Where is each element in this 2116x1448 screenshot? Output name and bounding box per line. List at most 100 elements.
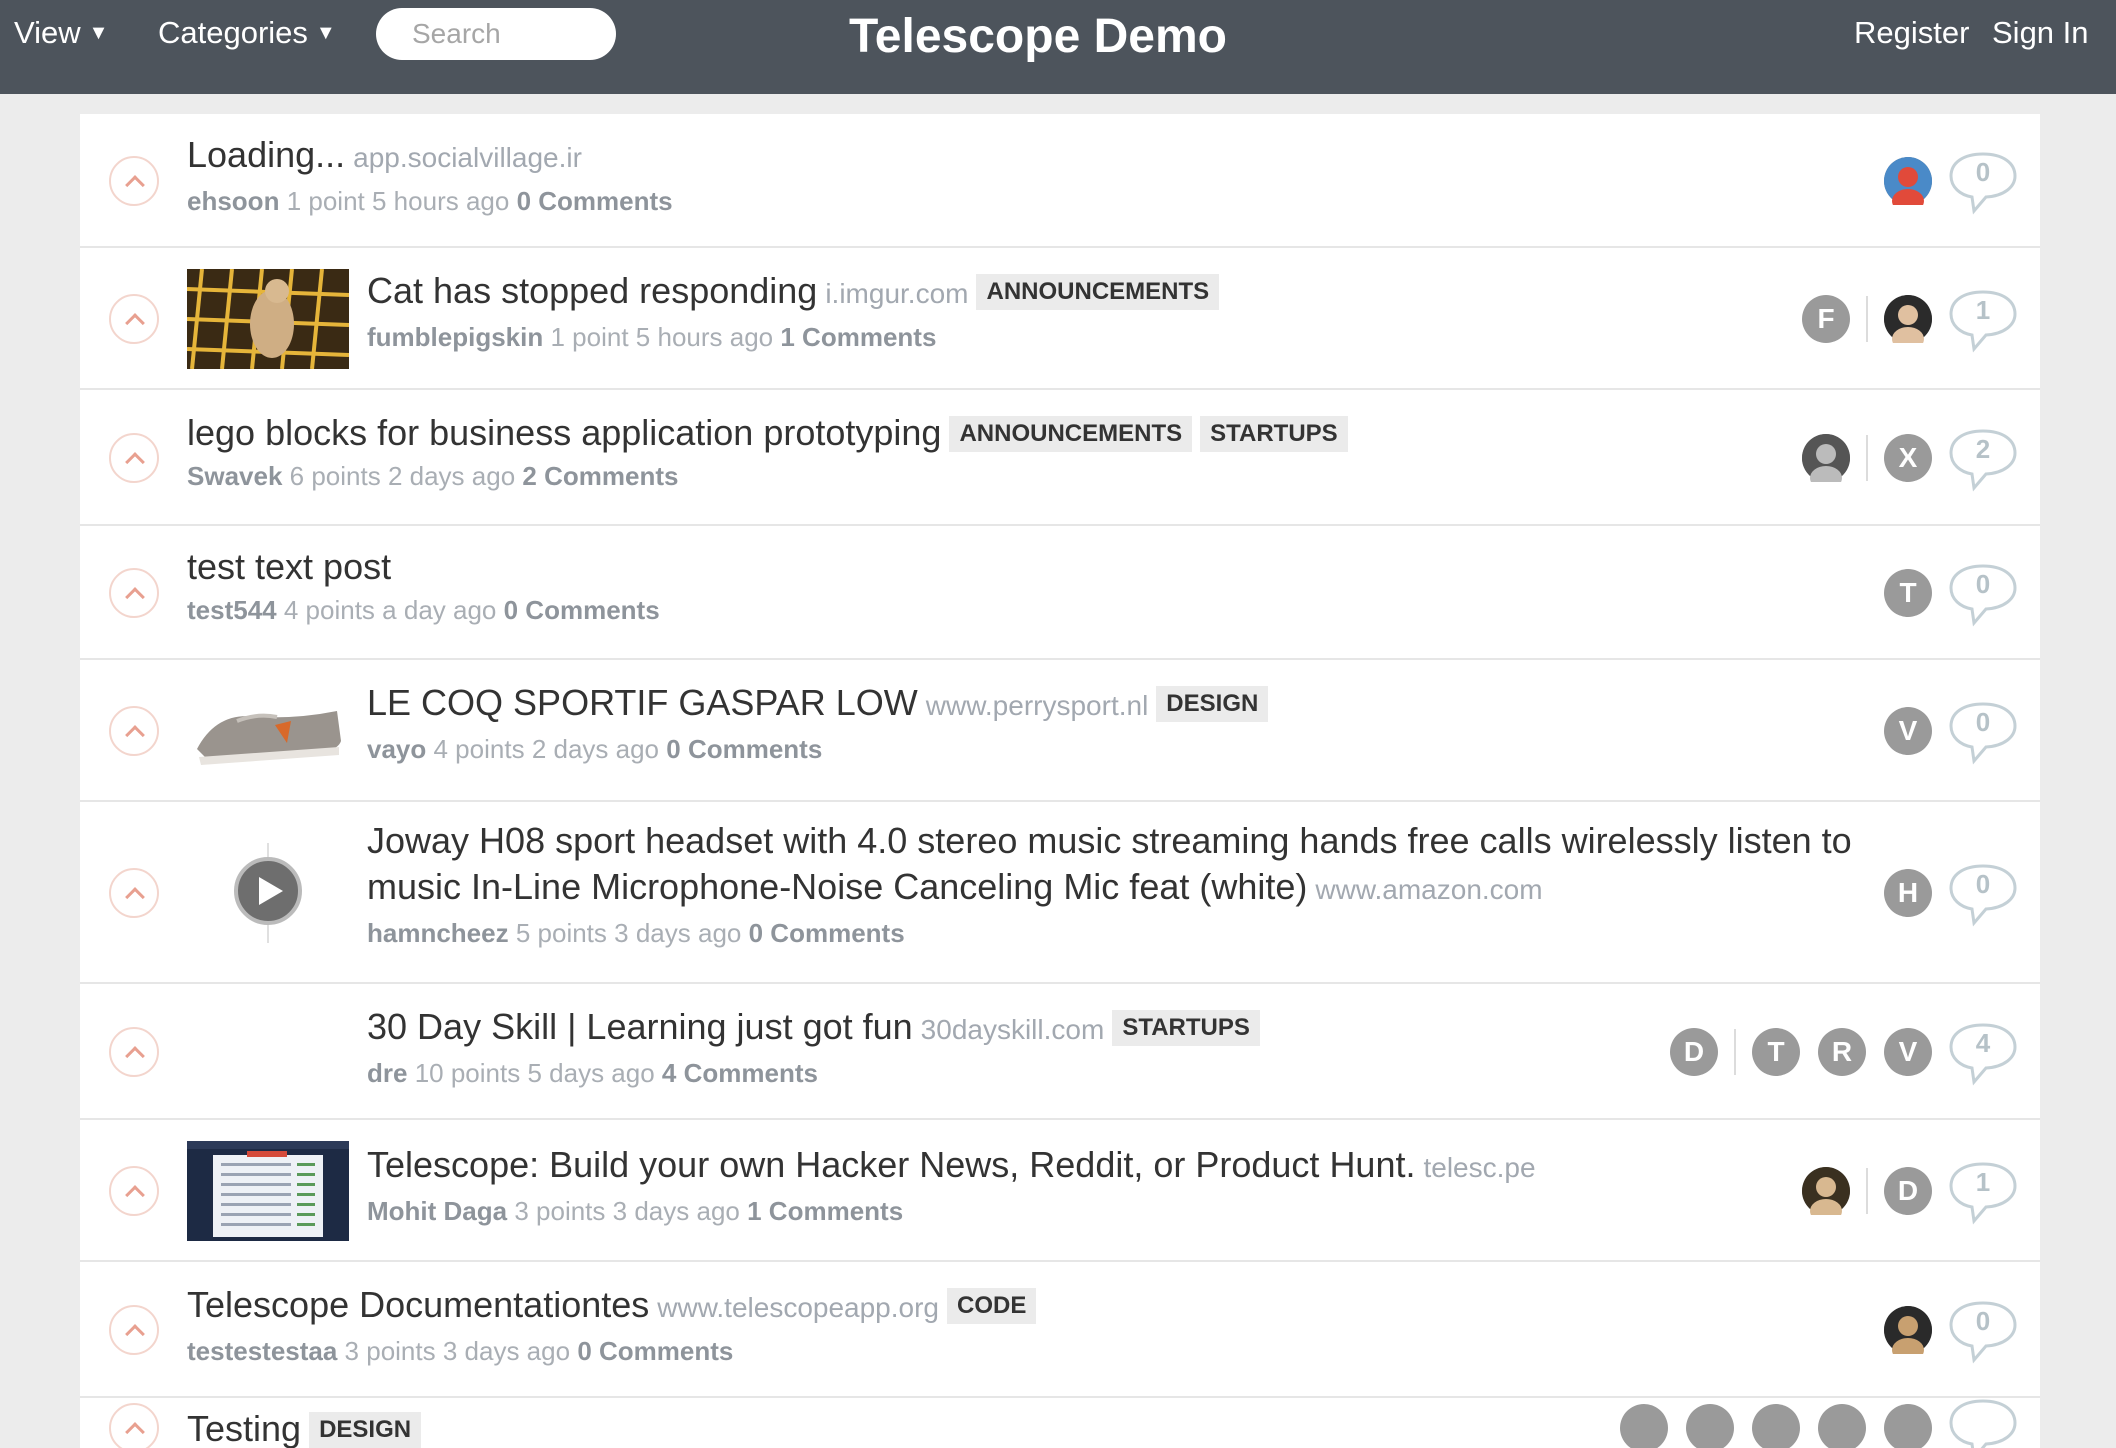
post-time: 5 hours ago (372, 186, 510, 216)
comment-count-button[interactable]: 0 (1948, 1300, 2018, 1364)
avatar[interactable]: V (1884, 1028, 1932, 1076)
avatar[interactable]: V (1884, 707, 1932, 755)
post-body: test text post test544 4 points a day ago… (187, 544, 660, 628)
post-author[interactable]: vayo (367, 734, 426, 764)
post-comments-link[interactable]: 1 Comments (747, 1196, 903, 1226)
post-title-link[interactable]: LE COQ SPORTIF GASPAR LOW (367, 682, 918, 723)
post-domain[interactable]: www.perrysport.nl (926, 690, 1149, 721)
post-commenters: DTRV (1652, 1028, 1932, 1076)
post-comments-link[interactable]: 2 Comments (522, 461, 678, 491)
upvote-button[interactable] (109, 868, 159, 918)
avatar[interactable] (1818, 1404, 1866, 1448)
post-domain[interactable]: telesc.pe (1423, 1152, 1535, 1183)
avatar[interactable] (1884, 1306, 1932, 1354)
post-comments-link[interactable]: 0 Comments (504, 595, 660, 625)
avatar[interactable]: H (1884, 869, 1932, 917)
avatar[interactable] (1802, 1167, 1850, 1215)
upvote-button[interactable] (109, 1166, 159, 1216)
post-time: 3 days ago (614, 918, 742, 948)
post-title-link[interactable]: 30 Day Skill | Learning just got fun (367, 1006, 913, 1047)
comment-count-button[interactable]: 4 (1948, 1022, 2018, 1086)
post-comments-link[interactable]: 0 Comments (577, 1336, 733, 1366)
comment-count-button[interactable]: 0 (1948, 863, 2018, 927)
post-author[interactable]: testestestaa (187, 1336, 337, 1366)
avatar[interactable] (1686, 1404, 1734, 1448)
post-comments-link[interactable]: 0 Comments (749, 918, 905, 948)
post-thumbnail[interactable] (187, 843, 349, 943)
comment-count-button[interactable]: 0 (1948, 151, 2018, 215)
upvote-button[interactable] (109, 294, 159, 344)
post-domain[interactable]: app.socialvillage.ir (353, 142, 582, 173)
avatar[interactable] (1884, 157, 1932, 205)
post-author[interactable]: hamncheez (367, 918, 509, 948)
upvote-button[interactable] (109, 1027, 159, 1077)
post-author[interactable]: ehsoon (187, 186, 279, 216)
post-author[interactable]: dre (367, 1058, 407, 1088)
post-author[interactable]: fumblepigskin (367, 322, 543, 352)
avatar[interactable] (1884, 295, 1932, 343)
comment-count: 0 (1975, 869, 1991, 899)
avatar[interactable] (1884, 1404, 1932, 1448)
upvote-button[interactable] (109, 706, 159, 756)
post-points: 3 points (344, 1336, 436, 1366)
post-author[interactable]: Swavek (187, 461, 282, 491)
comment-count-button[interactable]: 1 (1948, 289, 2018, 353)
post-comments-link[interactable]: 0 Comments (517, 186, 673, 216)
site-title[interactable]: Telescope Demo (0, 8, 2076, 66)
avatar[interactable]: R (1818, 1028, 1866, 1076)
avatar[interactable]: T (1884, 569, 1932, 617)
post-title-link[interactable]: Cat has stopped responding (367, 270, 817, 311)
comment-count-button[interactable]: 1 (1948, 1161, 2018, 1225)
upvote-button[interactable] (109, 156, 159, 206)
post-title-link[interactable]: Joway H08 sport headset with 4.0 stereo … (367, 820, 1852, 907)
comment-count: 0 (1975, 707, 1991, 737)
category-tag[interactable]: ANNOUNCEMENTS (949, 416, 1193, 452)
category-tag[interactable]: CODE (947, 1288, 1037, 1324)
upvote-button[interactable] (109, 1403, 159, 1448)
sign-in-link[interactable]: Sign In (1992, 13, 2089, 53)
post-domain[interactable]: 30dayskill.com (921, 1014, 1105, 1045)
post-item: 8Telescope: Build your own Hacker News, … (80, 1120, 2040, 1262)
post-thumbnail[interactable] (187, 681, 349, 781)
post-comments-link[interactable]: 4 Comments (662, 1058, 818, 1088)
avatar[interactable] (1752, 1404, 1800, 1448)
upvote-button[interactable] (109, 1305, 159, 1355)
category-tag[interactable]: DESIGN (1156, 686, 1269, 722)
category-tag[interactable]: ANNOUNCEMENTS (976, 274, 1220, 310)
post-domain[interactable]: www.telescopeapp.org (657, 1292, 939, 1323)
comment-count-button[interactable]: 2 (1948, 428, 2018, 492)
post-thumbnail[interactable] (187, 1002, 349, 1102)
post-comments-link[interactable]: 0 Comments (666, 734, 822, 764)
post-thumbnail[interactable] (187, 269, 349, 369)
category-tag[interactable]: STARTUPS (1112, 1010, 1260, 1046)
post-thumbnail[interactable] (187, 1141, 349, 1241)
post-author[interactable]: test544 (187, 595, 277, 625)
post-commenters: F (1784, 295, 1932, 343)
register-link[interactable]: Register (1854, 13, 1969, 53)
avatar[interactable] (1802, 434, 1850, 482)
comment-count-button[interactable]: 0 (1948, 701, 2018, 765)
avatar[interactable]: D (1884, 1167, 1932, 1215)
post-comments-link[interactable]: 1 Comments (780, 322, 936, 352)
post-title-link[interactable]: lego blocks for business application pro… (187, 412, 941, 453)
post-author[interactable]: Mohit Daga (367, 1196, 507, 1226)
post-domain[interactable]: i.imgur.com (825, 278, 968, 309)
comment-count-button[interactable] (1948, 1398, 2018, 1448)
post-title-link[interactable]: Telescope: Build your own Hacker News, R… (367, 1144, 1415, 1185)
category-tag[interactable]: STARTUPS (1200, 416, 1348, 452)
avatar[interactable]: X (1884, 434, 1932, 482)
post-title-link[interactable]: Testing (187, 1408, 301, 1448)
comment-count-button[interactable]: 0 (1948, 563, 2018, 627)
post-domain[interactable]: www.amazon.com (1315, 874, 1542, 905)
avatar[interactable]: T (1752, 1028, 1800, 1076)
upvote-button[interactable] (109, 568, 159, 618)
post-title-link[interactable]: Loading... (187, 134, 345, 175)
avatar[interactable]: D (1670, 1028, 1718, 1076)
comment-count: 1 (1975, 1167, 1991, 1197)
category-tag[interactable]: DESIGN (309, 1412, 422, 1448)
avatar[interactable] (1620, 1404, 1668, 1448)
upvote-button[interactable] (109, 433, 159, 483)
avatar[interactable]: F (1802, 295, 1850, 343)
post-title-link[interactable]: Telescope Documentationtes (187, 1284, 649, 1325)
post-title-link[interactable]: test text post (187, 546, 391, 587)
